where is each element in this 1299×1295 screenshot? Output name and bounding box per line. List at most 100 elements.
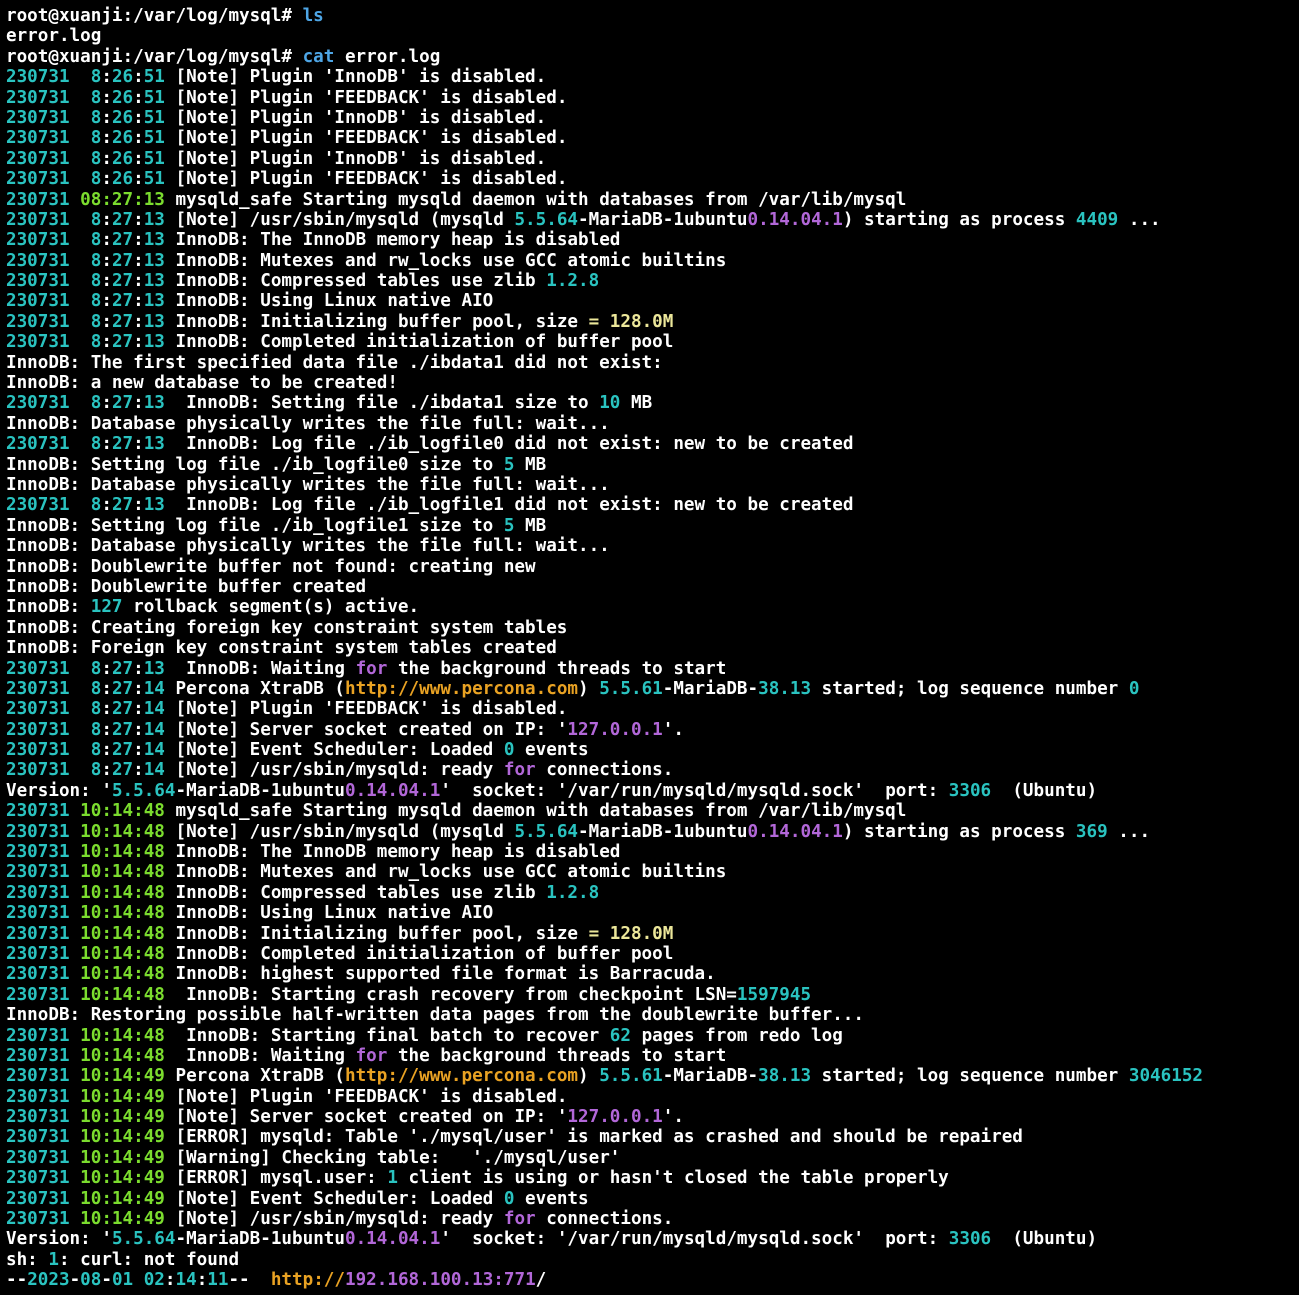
terminal-text-segment: : [101,699,112,720]
terminal-line: InnoDB: Doublewrite buffer not found: cr… [6,557,1299,577]
terminal-text-segment: [Note] Plugin 'FEEDBACK' is disabled. [164,1086,568,1107]
terminal-line: error.log [6,26,1299,46]
terminal-text-segment: 4409 [1075,209,1119,230]
terminal-text-segment: InnoDB: Initializing buffer pool, size [164,923,589,944]
terminal-text-segment: : [133,699,144,720]
terminal-text-segment: InnoDB: Database physically writes the f… [6,474,610,495]
terminal-text-segment: : [133,678,144,699]
terminal-text-segment: [Note] /usr/sbin/mysqld: ready [164,1209,504,1230]
terminal-line: 230731 8:27:13 InnoDB: Log file ./ib_log… [6,495,1299,515]
terminal-text-segment: 8 [90,250,102,271]
terminal-text-segment: connections. [535,760,674,781]
terminal-text-segment: 27 [111,740,134,761]
terminal-text-segment: -MariaDB-1ubuntu [175,1229,345,1250]
terminal-line: 230731 08:27:13 mysqld_safe Starting mys… [6,190,1299,210]
terminal-text-segment: 27 [111,311,134,332]
terminal-text-segment: 51 [143,107,165,128]
terminal-text-segment: 14 [143,678,165,699]
terminal-line: 230731 10:14:49 [ERROR] mysqld: Table '.… [6,1127,1299,1147]
terminal-text-segment: [Note] Plugin 'FEEDBACK' is disabled. [164,699,568,720]
terminal-text-segment: 230731 [6,903,70,924]
terminal-line: 230731 8:26:51 [Note] Plugin 'FEEDBACK' … [6,88,1299,108]
terminal-text-segment: 5.5.61 [599,1066,663,1087]
terminal-line: 230731 8:27:14 [Note] Event Scheduler: L… [6,740,1299,760]
terminal-text-segment: 230731 [6,271,70,292]
terminal-line: 230731 10:14:48 InnoDB: highest supporte… [6,964,1299,984]
terminal-text-segment: InnoDB: Compressed tables use zlib [164,271,547,292]
terminal-text-segment: 230731 [6,230,70,251]
terminal-text-segment: 10 [599,393,621,414]
terminal-text-segment: -- [6,1270,28,1291]
terminal-text-segment: 230731 [6,1025,70,1046]
terminal-text-segment: 230731 [6,984,70,1005]
terminal-line: 230731 10:14:49 [Note] Plugin 'FEEDBACK'… [6,1087,1299,1107]
terminal-line: 230731 10:14:49 [ERROR] mysql.user: 1 cl… [6,1168,1299,1188]
terminal-text-segment: 26 [111,128,134,149]
terminal-text-segment: : [101,678,112,699]
terminal-text-segment: 10:14:49 [80,1107,165,1128]
terminal-text-segment: : [101,332,112,353]
terminal-text-segment: 0.14.04.1 [747,821,843,842]
terminal-text-segment: for [503,760,536,781]
terminal-text-segment: -- [228,1270,271,1291]
terminal-text-segment: 127 [90,597,123,618]
terminal-text-segment: 14 [175,1270,197,1291]
terminal-text-segment: 8 [90,209,102,230]
terminal-text-segment: : [133,495,144,516]
terminal-line: InnoDB: Restoring possible half-written … [6,1005,1299,1025]
terminal-text-segment: 5.5.64 [514,821,579,842]
terminal-text-segment: 230731 [6,107,70,128]
terminal-text-segment: - [69,1270,81,1291]
terminal-text-segment: 51 [143,87,165,108]
terminal-text-segment: mysqld_safe Starting mysqld daemon with … [164,189,907,210]
terminal-text-segment: 230731 [6,943,70,964]
terminal-text-segment: for [503,1209,536,1230]
terminal-text-segment: InnoDB: Using Linux native AIO [164,291,494,312]
terminal-text-segment: [Note] Event Scheduler: Loaded [164,740,504,761]
terminal-text-segment: 8 [90,148,102,169]
terminal-text-segment: 230731 [6,821,70,842]
terminal-text-segment: 230731 [6,882,70,903]
terminal-text-segment: -MariaDB- [662,678,759,699]
terminal-text-segment: : [133,393,144,414]
terminal-text-segment: InnoDB: Doublewrite buffer not found: cr… [6,556,536,577]
terminal-text-segment: client is using or hasn't closed the tab… [397,1168,949,1189]
terminal-text-segment: 26 [111,107,134,128]
terminal-text-segment: mysqld_safe Starting mysqld daemon with … [164,801,907,822]
terminal-text-segment: connections. [535,1209,674,1230]
terminal-text-segment: ' socket: '/var/run/mysqld/mysqld.sock' … [440,1229,949,1250]
terminal-text-segment: root@xuanji:/var/log/mysql# [6,6,303,26]
terminal-text-segment: 230731 [6,189,70,210]
terminal-text-segment: 230731 [6,842,70,863]
terminal-text-segment: 8 [90,740,102,761]
terminal-line: InnoDB: Setting log file ./ib_logfile0 s… [6,455,1299,475]
terminal-text-segment: [Note] /usr/sbin/mysqld (mysqld [164,209,515,230]
terminal-text-segment: cat [302,46,335,67]
terminal-window[interactable]: root@xuanji:/var/log/mysql# ls error.log r… [0,0,1299,1295]
terminal-text-segment: 1 [387,1168,398,1189]
terminal-text-segment: 5 [503,515,515,536]
terminal-text-segment: events [514,1188,589,1209]
terminal-text-segment: InnoDB: Initializing buffer pool, size [164,311,589,332]
terminal-text-segment: 13 [143,332,165,353]
terminal-text-segment: 230731 [6,169,70,190]
terminal-text-segment: 27 [111,209,134,230]
terminal-line: 230731 10:14:48 InnoDB: Waiting for the … [6,1046,1299,1066]
terminal-text-segment: InnoDB: Log file ./ib_logfile0 did not e… [164,434,854,455]
terminal-text-segment: 5.5.61 [599,678,663,699]
terminal-text-segment: '. [662,1107,684,1128]
terminal-text-segment: : [101,169,112,190]
terminal-text-segment: Percona XtraDB ( [164,678,345,699]
terminal-text-segment: 10:14:48 [80,943,165,964]
terminal-text-segment: 13 [143,393,165,414]
